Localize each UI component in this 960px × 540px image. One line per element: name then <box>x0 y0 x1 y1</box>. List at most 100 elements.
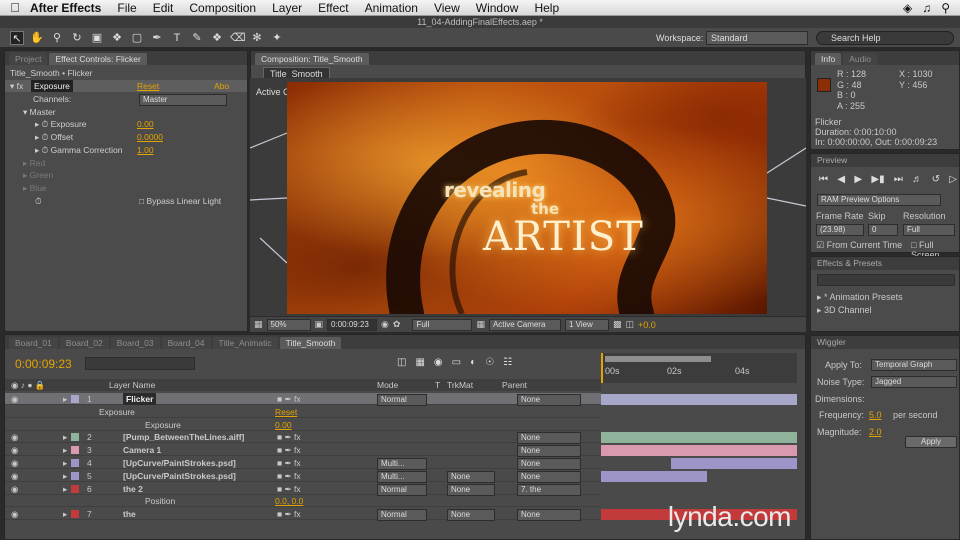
layer-name[interactable]: the 2 <box>123 483 143 495</box>
layer-duration-bar[interactable] <box>601 445 797 457</box>
tab-board-03[interactable]: Board_03 <box>110 337 160 349</box>
frequency-value[interactable]: 5.0 <box>869 410 882 420</box>
switches-icon[interactable]: ■ ✒ fx <box>277 457 301 469</box>
table-row[interactable]: ◉ ▸ 1 Flicker ■ ✒ fx Normal None <box>5 393 601 406</box>
playhead[interactable] <box>601 353 603 383</box>
exposure-offset[interactable]: +0.0 <box>638 320 656 330</box>
fit-icon[interactable]: ▣ <box>315 319 324 330</box>
table-row[interactable]: ◉ ▸ 3 Camera 1 ■ ✒ fx None <box>5 444 601 458</box>
tab-board-02[interactable]: Board_02 <box>59 337 109 349</box>
timecode-field[interactable]: 0:00:09:23 <box>327 318 378 331</box>
next-frame-icon[interactable]: ▶▮ <box>871 174 884 185</box>
switches-icon[interactable]: ■ ✒ fx <box>277 508 301 520</box>
timeline-timecode[interactable]: 0:00:09:23 <box>15 357 72 371</box>
property-value[interactable]: 0.0, 0.0 <box>275 495 303 507</box>
search-help-input[interactable]: Search Help <box>816 31 954 45</box>
table-row[interactable]: Position 0.0, 0.0 <box>5 495 601 508</box>
noise-type-select[interactable]: Jagged <box>871 376 957 388</box>
blue-group[interactable]: ▸ Blue <box>23 182 47 194</box>
frame-blend-icon[interactable]: ▭ <box>452 357 461 368</box>
color-icon[interactable]: ✿ <box>393 319 401 330</box>
layer-name[interactable]: Position <box>145 495 175 507</box>
visibility-icon[interactable]: ◉ <box>11 393 18 405</box>
parent-header[interactable]: Parent <box>502 379 527 391</box>
twirl-icon[interactable]: ▸ <box>63 393 67 405</box>
first-frame-icon[interactable]: ⏮ <box>819 174 828 185</box>
transparency-icon[interactable]: ▦ <box>476 319 485 330</box>
motion-blur-icon[interactable]: ◐ <box>470 357 476 368</box>
layer-name-header[interactable]: Layer Name <box>109 379 155 391</box>
tab-board-01[interactable]: Board_01 <box>9 337 58 349</box>
visibility-icon[interactable]: ◉ <box>11 483 18 495</box>
ram-preview-icon[interactable]: ▷ <box>949 174 957 185</box>
pen-tool-icon[interactable]: ✒ <box>150 31 164 45</box>
table-row[interactable]: Exposure Reset <box>5 406 601 418</box>
table-row[interactable]: ◉ ▸ 2 [Pump_BetweenTheLines.aiff] ■ ✒ fx None <box>5 431 601 445</box>
views-select[interactable]: 1 View <box>564 318 609 331</box>
parent-select[interactable]: None <box>517 432 581 445</box>
menu-view[interactable]: View <box>434 1 460 15</box>
label-color[interactable] <box>71 471 79 480</box>
trkmat-select[interactable]: None <box>447 483 495 496</box>
layer-name[interactable]: Flicker <box>123 393 157 405</box>
snapshot-icon[interactable]: ◉ <box>381 319 389 330</box>
menu-help[interactable]: Help <box>534 1 559 15</box>
layer-duration-bar[interactable] <box>671 458 797 469</box>
tab-effect-controls[interactable]: Effect Controls: Flicker <box>49 53 147 65</box>
hand-tool-icon[interactable]: ✋ <box>30 31 44 45</box>
ram-preview-select[interactable]: RAM Preview Options <box>817 194 941 206</box>
label-color[interactable] <box>71 459 79 467</box>
spotlight-icon[interactable]: ⚲ <box>941 1 950 15</box>
tab-title-animatic[interactable]: Title_Animatic <box>212 337 278 349</box>
switches-icon[interactable]: ■ ✒ fx <box>277 431 301 443</box>
parent-select[interactable]: None <box>517 394 581 406</box>
trkmat-select[interactable]: None <box>447 470 495 483</box>
brush-tool-icon[interactable]: ✎ <box>190 31 204 45</box>
about-link[interactable]: Abo <box>214 80 229 92</box>
layer-name[interactable]: Camera 1 <box>123 444 161 456</box>
gamma-value[interactable]: 1.00 <box>137 144 154 156</box>
zoom-select[interactable]: 50% <box>266 318 311 331</box>
pan-behind-tool-icon[interactable]: ❖ <box>110 31 124 45</box>
trkmat-select[interactable]: None <box>447 509 495 522</box>
dropbox-icon[interactable]: ◈ <box>903 1 912 15</box>
menu-file[interactable]: File <box>117 1 136 15</box>
skip-select[interactable]: 0 <box>868 224 898 236</box>
play-icon[interactable]: ▶ <box>854 174 862 185</box>
twirl-icon[interactable]: ▸ <box>63 457 67 469</box>
comp-flowchart-icon[interactable]: ◫ <box>397 357 406 368</box>
menu-window[interactable]: Window <box>476 1 519 15</box>
eraser-tool-icon[interactable]: ⌫ <box>230 31 246 45</box>
from-current-checkbox[interactable]: ☑ From Current Time <box>816 240 902 251</box>
audio-icon[interactable]: ♬ <box>912 174 922 185</box>
switches-icon[interactable]: ■ ✒ fx <box>277 444 301 456</box>
stopwatch-icon[interactable]: ⏱ <box>35 195 42 207</box>
work-area-bar[interactable] <box>605 356 711 362</box>
type-tool-icon[interactable]: T <box>170 31 184 45</box>
parent-select[interactable]: None <box>517 458 581 470</box>
tab-info[interactable]: Info <box>815 53 842 65</box>
effects-search[interactable] <box>817 274 955 286</box>
flowchart-icon[interactable]: ◫ <box>625 319 634 330</box>
visibility-icon[interactable]: ◉ <box>11 431 18 443</box>
label-color[interactable] <box>71 484 79 493</box>
visibility-icon[interactable]: ◉ <box>11 444 18 456</box>
switches-icon[interactable]: ■ ✒ fx <box>277 483 301 495</box>
last-frame-icon[interactable]: ⏭ <box>894 174 903 185</box>
layer-name[interactable]: Exposure <box>99 406 135 418</box>
layer-name[interactable]: [UpCurve/PaintStrokes.psd] <box>123 457 236 469</box>
menu-composition[interactable]: Composition <box>189 1 256 15</box>
layer-duration-bar[interactable] <box>601 432 797 444</box>
twirl-icon[interactable]: ▸ <box>63 444 67 456</box>
table-row[interactable]: ◉ ▸ 6 the 2 ■ ✒ fx Normal None 7. the <box>5 483 601 496</box>
zoom-tool-icon[interactable]: ⚲ <box>50 31 64 45</box>
switches-icon[interactable]: ■ ✒ fx <box>277 470 301 482</box>
effect-name[interactable]: Exposure <box>31 80 73 92</box>
layer-name[interactable]: [Pump_BetweenTheLines.aiff] <box>123 431 244 443</box>
composition-image[interactable]: revealing the ARTIST <box>287 82 767 314</box>
mode-select[interactable]: Multi... <box>377 470 427 483</box>
menu-edit[interactable]: Edit <box>153 1 174 15</box>
menu-animation[interactable]: Animation <box>365 1 418 15</box>
apply-to-select[interactable]: Temporal Graph <box>871 359 957 371</box>
mode-select[interactable]: Normal <box>377 394 427 406</box>
